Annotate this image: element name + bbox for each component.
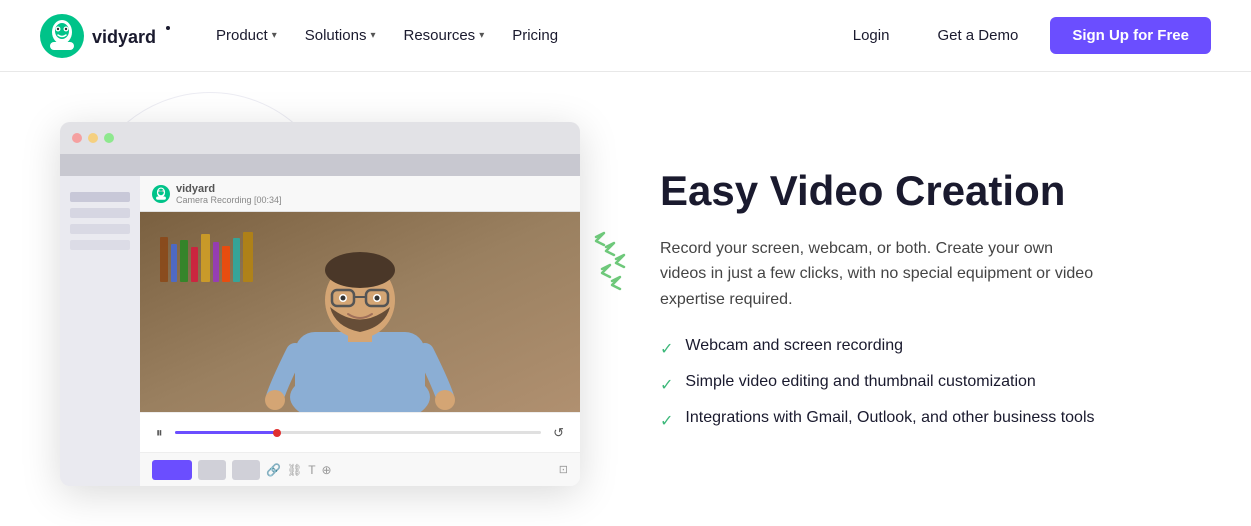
play-icon[interactable]: ⏸ bbox=[156, 425, 163, 441]
nav-right: Login Get a Demo Sign Up for Free bbox=[837, 17, 1211, 54]
hero-text: Easy Video Creation Record your screen, … bbox=[580, 167, 1171, 430]
sidebar-placeholder-2 bbox=[70, 208, 130, 218]
video-frame bbox=[140, 212, 580, 412]
signup-button[interactable]: Sign Up for Free bbox=[1050, 17, 1211, 54]
window-close-dot bbox=[72, 133, 82, 143]
nav-resources[interactable]: Resources ▾ bbox=[391, 19, 496, 52]
link-icon: 🔗 bbox=[266, 463, 281, 477]
chevron-down-icon: ▾ bbox=[479, 30, 484, 41]
chain-icon: ⛓ bbox=[287, 463, 302, 477]
feature-text-3: Integrations with Gmail, Outlook, and ot… bbox=[685, 409, 1094, 427]
feature-text-2: Simple video editing and thumbnail custo… bbox=[685, 373, 1035, 391]
app-sidebar bbox=[60, 176, 140, 486]
feature-item-2: ✓ Simple video editing and thumbnail cus… bbox=[660, 373, 1171, 395]
person-svg bbox=[260, 232, 460, 412]
chevron-down-icon: ▾ bbox=[370, 30, 375, 41]
replay-icon[interactable]: ↺ bbox=[553, 425, 564, 441]
vidyard-logo-icon bbox=[40, 14, 84, 58]
nav-left: vidyard Product ▾ Solutions ▾ Resources … bbox=[40, 14, 570, 58]
app-main: vidyard Camera Recording [00:34] bbox=[140, 176, 580, 486]
browser-mockup: vidyard Camera Recording [00:34] bbox=[60, 122, 580, 486]
more-icon: ⊕ bbox=[322, 463, 332, 477]
login-button[interactable]: Login bbox=[837, 19, 906, 52]
progress-bar[interactable] bbox=[175, 431, 542, 434]
get-demo-button[interactable]: Get a Demo bbox=[921, 19, 1034, 52]
nav-resources-label: Resources bbox=[403, 27, 475, 44]
toolbar-brand: vidyard Camera Recording [00:34] bbox=[152, 183, 282, 205]
navbar: vidyard Product ▾ Solutions ▾ Resources … bbox=[0, 0, 1251, 72]
decorative-squiggles bbox=[588, 227, 636, 312]
browser-titlebar bbox=[60, 122, 580, 154]
vidyard-wordmark: vidyard bbox=[92, 24, 172, 48]
action-btn-secondary-2[interactable] bbox=[232, 460, 260, 480]
window-minimize-dot bbox=[88, 133, 98, 143]
check-icon-2: ✓ bbox=[660, 375, 673, 395]
toolbar-vidyard-logo bbox=[152, 185, 170, 203]
hero-description: Record your screen, webcam, or both. Cre… bbox=[660, 236, 1100, 313]
action-btn-primary[interactable] bbox=[152, 460, 192, 480]
sidebar-placeholder-4 bbox=[70, 240, 130, 250]
nav-solutions-label: Solutions bbox=[305, 27, 367, 44]
browser-address-bar bbox=[60, 154, 580, 176]
toolbar-recording-label: Camera Recording [00:34] bbox=[176, 195, 282, 205]
feature-item-3: ✓ Integrations with Gmail, Outlook, and … bbox=[660, 409, 1171, 431]
check-icon-1: ✓ bbox=[660, 339, 673, 359]
nav-product-label: Product bbox=[216, 27, 268, 44]
feature-text-1: Webcam and screen recording bbox=[685, 337, 903, 355]
app-toolbar: vidyard Camera Recording [00:34] bbox=[140, 176, 580, 212]
nav-product[interactable]: Product ▾ bbox=[204, 19, 289, 52]
nav-pricing-label: Pricing bbox=[512, 27, 558, 44]
resize-handle: ⊡ bbox=[559, 463, 568, 476]
video-controls: ⏸ ↺ bbox=[140, 412, 580, 452]
nav-pricing[interactable]: Pricing bbox=[500, 19, 570, 52]
nav-solutions[interactable]: Solutions ▾ bbox=[293, 19, 388, 52]
feature-item-1: ✓ Webcam and screen recording bbox=[660, 337, 1171, 359]
app-mockup: vidyard Camera Recording [00:34] bbox=[60, 176, 580, 486]
chevron-down-icon: ▾ bbox=[272, 30, 277, 41]
toolbar-brand-text: vidyard Camera Recording [00:34] bbox=[176, 183, 282, 205]
logo[interactable]: vidyard bbox=[40, 14, 172, 58]
check-icon-3: ✓ bbox=[660, 411, 673, 431]
sidebar-placeholder-3 bbox=[70, 224, 130, 234]
action-btn-secondary-1[interactable] bbox=[198, 460, 226, 480]
toolbar-brand-name: vidyard bbox=[176, 183, 282, 195]
window-maximize-dot bbox=[104, 133, 114, 143]
text-icon: T bbox=[308, 463, 315, 477]
svg-text:vidyard: vidyard bbox=[92, 27, 156, 47]
hero-section: vidyard Camera Recording [00:34] bbox=[0, 72, 1251, 526]
hero-title: Easy Video Creation bbox=[660, 167, 1171, 215]
sidebar-placeholder-1 bbox=[70, 192, 130, 202]
video-action-bar: 🔗 ⛓ T ⊕ ⊡ bbox=[140, 452, 580, 486]
progress-fill bbox=[175, 431, 278, 434]
nav-links: Product ▾ Solutions ▾ Resources ▾ Pricin… bbox=[204, 19, 570, 52]
video-container: ⏸ ↺ 🔗 ⛓ T ⊕ bbox=[140, 212, 580, 486]
progress-indicator bbox=[273, 429, 281, 437]
feature-list: ✓ Webcam and screen recording ✓ Simple v… bbox=[660, 337, 1171, 431]
